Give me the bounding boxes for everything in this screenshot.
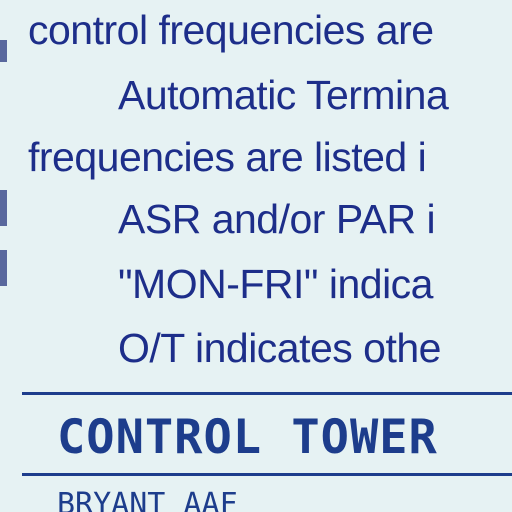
- body-text-line: Automatic Termina: [118, 72, 449, 118]
- section-divider-top: [22, 392, 512, 395]
- scan-margin-mark: [0, 250, 7, 286]
- scan-margin-mark: [0, 40, 7, 62]
- body-text-line: O/T indicates othe: [118, 325, 441, 371]
- document-page: control frequencies are Automatic Termin…: [0, 0, 512, 512]
- body-text-line: frequencies are listed i: [28, 134, 427, 180]
- body-text-line: control frequencies are: [28, 7, 434, 53]
- section-divider-bottom: [22, 473, 512, 476]
- facility-entry: BRYANT AAF: [57, 487, 238, 512]
- body-text-line: "MON-FRI" indica: [118, 261, 433, 307]
- section-heading: CONTROL TOWER: [57, 410, 438, 465]
- scan-margin-mark: [0, 190, 7, 226]
- body-text-line: ASR and/or PAR i: [118, 196, 436, 242]
